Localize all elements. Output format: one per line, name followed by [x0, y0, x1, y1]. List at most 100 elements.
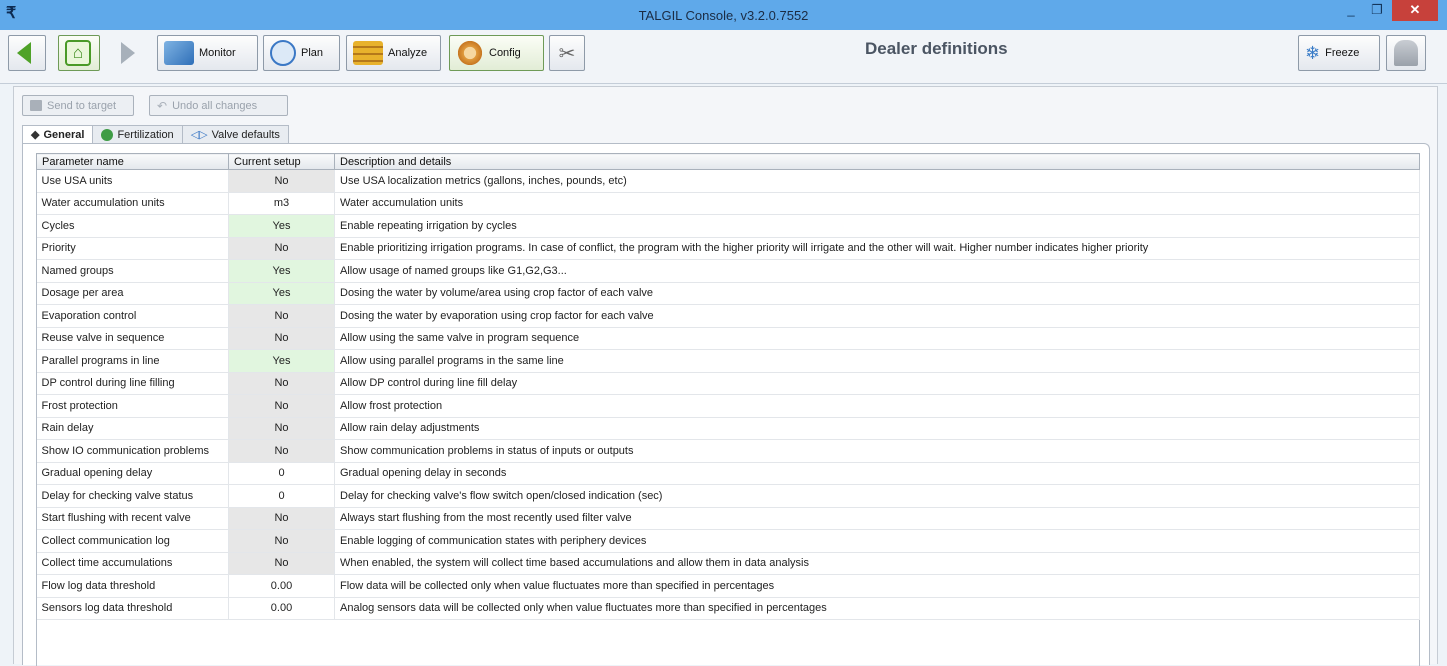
- tab-fertilization-label: Fertilization: [117, 128, 174, 141]
- header-description[interactable]: Description and details: [334, 153, 1420, 170]
- arrow-right-icon: [121, 42, 135, 64]
- current-setup-cell[interactable]: No: [228, 417, 335, 440]
- main-toolbar: ⌂ Monitor Plan Analyze Config ✂ ❄ Freeze: [0, 30, 1447, 84]
- parameter-name-cell: Delay for checking valve status: [36, 484, 229, 508]
- parameter-name-cell: DP control during line filling: [36, 372, 229, 395]
- current-setup-cell[interactable]: 0.00: [228, 597, 335, 620]
- table-row[interactable]: Start flushing with recent valve No Always…: [36, 507, 1420, 530]
- undo-all-button[interactable]: ↶ Undo all changes: [149, 95, 288, 116]
- table-row[interactable]: Show IO communication problems No Show com…: [36, 439, 1420, 463]
- current-setup-cell[interactable]: Yes: [228, 259, 335, 283]
- tab-valve-defaults-label: Valve defaults: [211, 128, 280, 141]
- description-cell: Enable repeating irrigation by cycles: [334, 214, 1420, 238]
- current-setup-cell[interactable]: Yes: [228, 349, 335, 373]
- current-setup-cell[interactable]: No: [228, 372, 335, 395]
- send-to-target-button[interactable]: Send to target: [22, 95, 134, 116]
- tab-bar: ◆ General Fertilization ◁▷ Valve default…: [22, 125, 289, 143]
- description-cell: Dosing the water by evaporation using cr…: [334, 304, 1420, 328]
- current-setup-cell[interactable]: No: [228, 507, 335, 530]
- forward-button[interactable]: [108, 35, 148, 71]
- window-title: TALGIL Console, v3.2.0.7552: [638, 8, 809, 23]
- description-cell: Allow using parallel programs in the sam…: [334, 349, 1420, 373]
- valve-icon: ◁▷: [190, 129, 208, 141]
- current-setup-cell[interactable]: No: [228, 552, 335, 575]
- parameter-name-cell: Sensors log data threshold: [36, 597, 229, 620]
- table-row[interactable]: Flow log data threshold 0.00 Flow data wil…: [36, 574, 1420, 598]
- current-setup-cell[interactable]: m3: [228, 192, 335, 215]
- current-setup-cell[interactable]: No: [228, 237, 335, 260]
- analyze-button[interactable]: Analyze: [346, 35, 441, 71]
- parameter-name-cell: Frost protection: [36, 394, 229, 418]
- plan-button[interactable]: Plan: [263, 35, 340, 71]
- tab-general[interactable]: ◆ General: [22, 125, 94, 143]
- table-row[interactable]: Evaporation control No Dosing the water by…: [36, 304, 1420, 328]
- header-parameter-name[interactable]: Parameter name: [36, 153, 229, 170]
- parameter-name-cell: Dosage per area: [36, 282, 229, 305]
- table-row[interactable]: Parallel programs in line Yes Allow using …: [36, 349, 1420, 373]
- back-button[interactable]: [8, 35, 46, 71]
- send-label: Send to target: [47, 99, 117, 112]
- monitor-button[interactable]: Monitor: [157, 35, 258, 71]
- description-cell: Allow rain delay adjustments: [334, 417, 1420, 440]
- table-row[interactable]: Sensors log data threshold 0.00 Analog sen…: [36, 597, 1420, 620]
- table-row[interactable]: Rain delay No Allow rain delay adjustments: [36, 417, 1420, 440]
- current-setup-cell[interactable]: 0.00: [228, 574, 335, 598]
- table-row[interactable]: Gradual opening delay 0 Gradual opening de…: [36, 462, 1420, 485]
- close-button[interactable]: ✕: [1392, 0, 1438, 21]
- alarm-button[interactable]: [1386, 35, 1426, 71]
- table-row[interactable]: Water accumulation units m3 Water accumula…: [36, 192, 1420, 215]
- table-row[interactable]: Frost protection No Allow frost protection: [36, 394, 1420, 418]
- table-row[interactable]: Named groups Yes Allow usage of named grou…: [36, 259, 1420, 283]
- current-setup-cell[interactable]: No: [228, 529, 335, 553]
- minimize-button[interactable]: _: [1338, 0, 1364, 21]
- table-row[interactable]: Collect time accumulations No When enabled…: [36, 552, 1420, 575]
- table-row[interactable]: Reuse valve in sequence No Allow using the…: [36, 327, 1420, 350]
- table-row[interactable]: Priority No Enable prioritizing irrigation…: [36, 237, 1420, 260]
- parameters-table: Parameter name Current setup Description…: [36, 153, 1420, 620]
- current-setup-cell[interactable]: Yes: [228, 282, 335, 305]
- table-row[interactable]: Delay for checking valve status 0 Delay fo…: [36, 484, 1420, 508]
- plan-label: Plan: [301, 47, 324, 59]
- home-button[interactable]: ⌂: [58, 35, 100, 71]
- table-row[interactable]: Cycles Yes Enable repeating irrigation by …: [36, 214, 1420, 238]
- send-icon: [30, 100, 42, 111]
- current-setup-cell[interactable]: No: [228, 304, 335, 328]
- description-cell: Analog sensors data will be collected on…: [334, 597, 1420, 620]
- maximize-button[interactable]: ❐: [1364, 0, 1390, 21]
- snowflake-icon: ❄: [1305, 42, 1321, 63]
- table-row[interactable]: Use USA units No Use USA localization metr…: [36, 169, 1420, 193]
- header-current-setup[interactable]: Current setup: [228, 153, 335, 170]
- monitor-icon: [164, 41, 194, 65]
- parameter-name-cell: Cycles: [36, 214, 229, 238]
- tools-button[interactable]: ✂: [549, 35, 585, 71]
- parameter-name-cell: Show IO communication problems: [36, 439, 229, 463]
- parameter-name-cell: Collect time accumulations: [36, 552, 229, 575]
- parameter-name-cell: Collect communication log: [36, 529, 229, 553]
- current-setup-cell[interactable]: Yes: [228, 214, 335, 238]
- monitor-label: Monitor: [199, 47, 236, 59]
- description-cell: Allow usage of named groups like G1,G2,G…: [334, 259, 1420, 283]
- tab-valve-defaults[interactable]: ◁▷ Valve defaults: [181, 125, 289, 143]
- current-setup-cell[interactable]: 0: [228, 484, 335, 508]
- table-row[interactable]: Collect communication log No Enable loggin…: [36, 529, 1420, 553]
- table-row[interactable]: Dosage per area Yes Dosing the water by vo…: [36, 282, 1420, 305]
- parameter-name-cell: Use USA units: [36, 169, 229, 193]
- description-cell: Allow DP control during line fill delay: [334, 372, 1420, 395]
- current-setup-cell[interactable]: No: [228, 439, 335, 463]
- current-setup-cell[interactable]: 0: [228, 462, 335, 485]
- parameter-name-cell: Flow log data threshold: [36, 574, 229, 598]
- freeze-button[interactable]: ❄ Freeze: [1298, 35, 1380, 71]
- current-setup-cell[interactable]: No: [228, 394, 335, 418]
- description-cell: When enabled, the system will collect ti…: [334, 552, 1420, 575]
- description-cell: Allow using the same valve in program se…: [334, 327, 1420, 350]
- tab-fertilization[interactable]: Fertilization: [92, 125, 183, 143]
- parameter-name-cell: Evaporation control: [36, 304, 229, 328]
- tab-general-label: General: [43, 128, 85, 141]
- general-icon: ◆: [31, 129, 40, 141]
- config-button[interactable]: Config: [449, 35, 544, 71]
- current-setup-cell[interactable]: No: [228, 327, 335, 350]
- current-setup-cell[interactable]: No: [228, 169, 335, 193]
- description-cell: Dosing the water by volume/area using cr…: [334, 282, 1420, 305]
- page-title: Dealer definitions: [865, 39, 1008, 58]
- table-row[interactable]: DP control during line filling No Allow DP…: [36, 372, 1420, 395]
